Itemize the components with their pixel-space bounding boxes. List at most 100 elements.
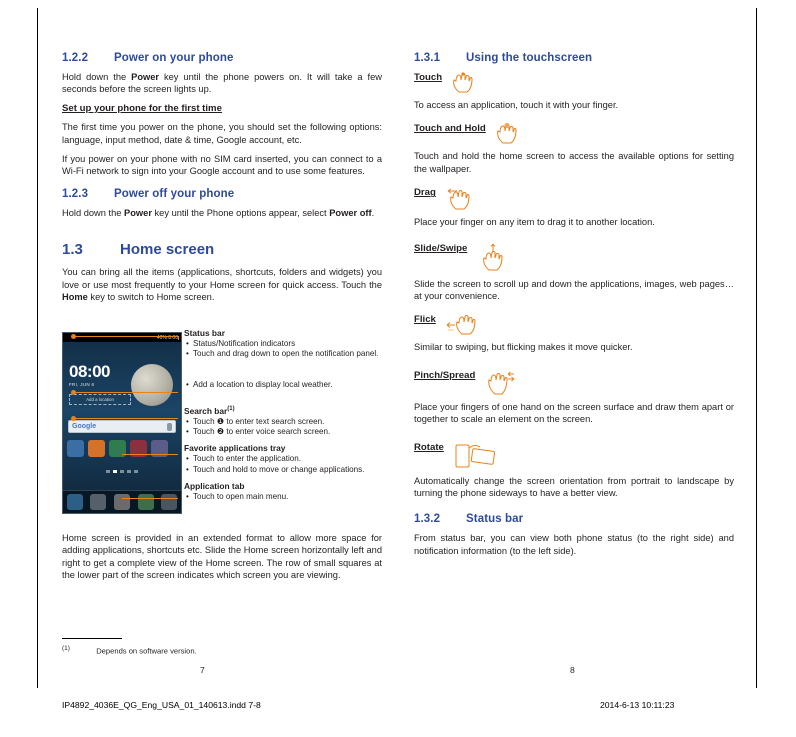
leader-line-status-bar	[74, 336, 178, 337]
callout-search-bar: Search bar(1) Touch ❶ to enter text sear…	[184, 406, 382, 438]
callout-title-text: Search bar	[184, 405, 228, 416]
footnote-mark: (1)	[62, 645, 70, 652]
text-run: Hold down the	[62, 72, 132, 82]
footnote-text: Depends on software version.	[96, 646, 197, 656]
gesture-drag: Drag	[414, 187, 734, 211]
touch-hand-icon	[453, 72, 473, 93]
microphone-icon[interactable]	[167, 422, 172, 431]
text-run: You can bring all the items (application…	[62, 267, 382, 290]
callout-item: Touch ❶ to enter text search screen.	[186, 417, 382, 428]
text-bold-power-off: Power off	[329, 207, 372, 218]
app-icon[interactable]	[67, 440, 84, 457]
gesture-heading: Touch and Hold	[414, 123, 486, 135]
paragraph-no-sim: If you power on your phone with no SIM c…	[62, 154, 382, 177]
clock-widget: 08:00 FRI, JUN 6	[69, 362, 110, 387]
gesture-rotate: Rotate	[414, 442, 734, 470]
paragraph-home-screen: You can bring all the items (application…	[62, 266, 382, 303]
phone-app-icon[interactable]	[66, 494, 83, 510]
gesture-touch-and-hold: Touch and Hold	[414, 123, 734, 145]
callout-application-tab: Application tab Touch to open main menu.	[184, 481, 382, 503]
messaging-app-icon[interactable]	[113, 494, 130, 510]
leader-line-app-tab	[122, 498, 178, 499]
page-number-left: 7	[200, 665, 205, 675]
footnote-ref: (1)	[227, 406, 235, 413]
heading-number: 1.3.2	[414, 513, 441, 526]
right-column: 1.3.1 Using the touchscreen Touch To acce…	[414, 52, 734, 564]
phone-status-bar: 40% 8:00	[63, 333, 181, 342]
leader-node-status-bar	[71, 334, 76, 339]
heading-1-3: 1.3 Home screen	[62, 241, 382, 258]
paragraph-status-bar: From status bar, you can view both phone…	[414, 533, 734, 556]
text-run: key until the Phone options appear, sele…	[151, 207, 330, 218]
google-search-bar[interactable]: Google	[68, 420, 176, 433]
heading-number: 1.3	[62, 241, 83, 259]
print-filename: IP4892_4036E_QG_Eng_USA_01_140613.indd 7…	[62, 700, 261, 710]
gesture-heading: Rotate	[414, 441, 444, 453]
clock-time: 08:00	[69, 362, 110, 381]
leader-line-search	[74, 418, 178, 419]
gesture-slide-swipe: Slide/Swipe	[414, 243, 734, 273]
callout-title: Favorite applications tray	[184, 443, 286, 454]
app-icon[interactable]	[88, 440, 105, 457]
callout-item: Add a location to display local weather.	[186, 380, 382, 391]
gesture-heading: Drag	[414, 187, 436, 199]
pinch-spread-hand-icon	[488, 371, 515, 395]
paragraph-first-power-on: The first time you power on the phone, y…	[62, 122, 382, 145]
gesture-touch: Touch	[414, 72, 734, 94]
touch-hold-hand-icon	[496, 123, 517, 144]
heading-text: Power off your phone	[114, 187, 235, 200]
callout-item: Touch ❷ to enter voice search screen.	[186, 427, 382, 438]
heading-1-2-3: 1.2.3 Power off your phone	[62, 188, 382, 200]
paragraph-touch: To access an application, touch it with …	[414, 100, 619, 110]
heading-text: Home screen	[120, 241, 215, 259]
clock-date: FRI, JUN 6	[69, 382, 95, 387]
heading-number: 1.2.2	[62, 52, 89, 64]
heading-1-3-1: 1.3.1 Using the touchscreen	[414, 52, 734, 64]
gesture-heading: Slide/Swipe	[414, 242, 468, 254]
flick-hand-icon	[446, 315, 476, 335]
callout-favorite-tray: Favorite applications tray Touch to ente…	[184, 443, 382, 475]
text-bold-power: Power	[131, 72, 160, 82]
text-run: Hold down the	[62, 207, 125, 218]
phone-mockup: 40% 8:00 08:00 FRI, JUN 6 Add a location…	[62, 332, 182, 514]
paragraph-extended-home: Home screen is provided in an extended f…	[62, 533, 382, 581]
leader-line-location	[74, 392, 178, 393]
home-screen-page-indicator	[63, 470, 181, 473]
footnote-rule	[62, 638, 122, 639]
rotate-phone-icon	[455, 444, 495, 468]
callout-title: Application tab	[184, 481, 245, 492]
paragraph-touch-and-hold: Touch and hold the home screen to access…	[414, 151, 734, 174]
contacts-app-icon[interactable]	[90, 494, 107, 510]
page-dot-active	[113, 470, 117, 473]
print-timestamp: 2014-6-13 10:11:23	[600, 700, 675, 710]
browser-app-icon[interactable]	[137, 494, 154, 510]
page-dot	[106, 470, 110, 473]
home-screen-figure: 40% 8:00 08:00 FRI, JUN 6 Add a location…	[62, 328, 382, 525]
heading-number: 1.3.1	[414, 52, 441, 64]
trim-mark-right	[756, 8, 757, 688]
heading-text: Status bar	[466, 513, 524, 526]
text-bold-power: Power	[124, 207, 152, 218]
figure-callouts: Status bar Status/Notification indicator…	[184, 328, 382, 503]
callout-item: Touch and drag down to open the notifica…	[186, 349, 382, 360]
text-run: key to switch to Home screen.	[87, 292, 215, 303]
slide-swipe-hand-icon	[483, 243, 503, 271]
heading-1-3-2: 1.3.2 Status bar	[414, 513, 734, 525]
google-logo: Google	[72, 423, 97, 430]
heading-1-2-2: 1.2.2 Power on your phone	[62, 52, 382, 64]
text-bold-home: Home	[62, 292, 88, 303]
add-location-widget[interactable]: Add a location	[69, 394, 131, 405]
left-column: 1.2.2 Power on your phone Hold down the P…	[62, 52, 382, 310]
paragraph-pinch-spread: Place your fingers of one hand on the sc…	[414, 401, 734, 425]
paragraph-power-off: Hold down the Power key until the Phone …	[62, 207, 382, 219]
paragraph-power-on: Hold down the Power key until the phone …	[62, 71, 382, 96]
callout-title: Search bar(1)	[184, 406, 382, 416]
leader-line-status-bar-down	[178, 336, 179, 340]
page-root: 1.2.2 Power on your phone Hold down the P…	[0, 0, 796, 737]
phone-screen: 08:00 FRI, JUN 6 Add a location Google	[63, 342, 181, 513]
application-tab-icon[interactable]	[161, 494, 178, 510]
gesture-pinch-spread: Pinch/Spread	[414, 370, 734, 396]
paragraph-drag: Place your finger on any item to drag it…	[414, 217, 655, 228]
heading-text: Using the touchscreen	[466, 52, 593, 64]
left-column-closing: Home screen is provided in an extended f…	[62, 532, 382, 589]
